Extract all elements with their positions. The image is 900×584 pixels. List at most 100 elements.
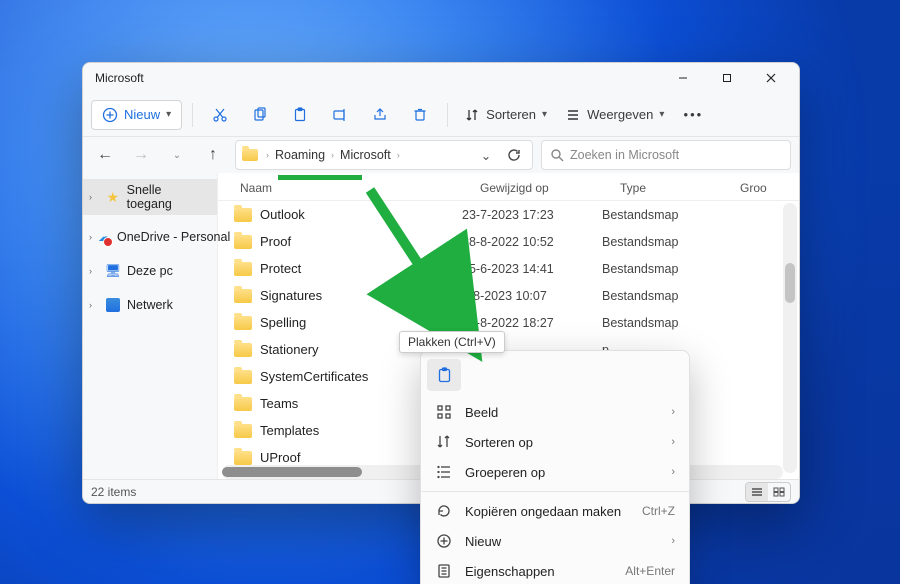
- table-row[interactable]: Outlook23-7-2023 17:23Bestandsmap: [218, 201, 799, 228]
- menu-item-label: Beeld: [465, 405, 659, 420]
- close-button[interactable]: [749, 63, 793, 93]
- file-type: Bestandsmap: [602, 208, 722, 222]
- menu-item[interactable]: Beeld ›: [421, 397, 689, 427]
- file-type: Bestandsmap: [602, 316, 722, 330]
- toolbar: Nieuw ▾ Sorteren ▾: [83, 93, 799, 137]
- file-name: Stationery: [260, 342, 319, 357]
- column-type[interactable]: Type: [620, 181, 740, 195]
- menu-separator: [421, 491, 689, 492]
- sidebar-item-quick-access[interactable]: › ★ Snelle toegang: [83, 179, 217, 215]
- chevron-right-icon: ›: [671, 535, 675, 547]
- cut-button[interactable]: [203, 100, 237, 130]
- chevron-right-icon: ›: [671, 436, 675, 448]
- file-name: Templates: [260, 423, 319, 438]
- menu-item-icon: [435, 533, 453, 549]
- share-icon: [372, 107, 388, 123]
- cut-icon: [212, 107, 228, 123]
- menu-item-icon: [435, 563, 453, 579]
- folder-icon: [234, 343, 252, 357]
- nav-row: ← → ⌄ ↑ › Roaming › Microsoft › ⌄: [83, 137, 799, 173]
- file-name: Spelling: [260, 315, 306, 330]
- chevron-down-icon: ▾: [542, 109, 547, 120]
- table-row[interactable]: Signatures3-8-2023 10:07Bestandsmap: [218, 282, 799, 309]
- view-button[interactable]: Weergeven ▾: [559, 100, 670, 130]
- context-paste-button[interactable]: [427, 359, 461, 391]
- breadcrumb-part[interactable]: Microsoft: [340, 148, 391, 162]
- chevron-right-icon: ›: [89, 266, 99, 276]
- more-icon: •••: [685, 107, 701, 123]
- forward-button[interactable]: →: [127, 141, 155, 169]
- chevron-right-icon: ›: [89, 300, 99, 310]
- file-name: Signatures: [260, 288, 322, 303]
- menu-item-label: Sorteren op: [465, 435, 659, 450]
- monitor-icon: 🖥: [105, 263, 121, 279]
- table-row[interactable]: Protect 25-6-2023 14:41Bestandsmap: [218, 255, 799, 282]
- menu-item[interactable]: Kopiëren ongedaan maken Ctrl+Z: [421, 496, 689, 526]
- vertical-scrollbar[interactable]: [783, 203, 797, 473]
- sort-button[interactable]: Sorteren ▾: [458, 100, 553, 130]
- breadcrumb-part[interactable]: Roaming: [275, 148, 325, 162]
- paste-button[interactable]: [283, 100, 317, 130]
- table-row[interactable]: Proof28-8-2022 10:52Bestandsmap: [218, 228, 799, 255]
- sidebar-item-onedrive[interactable]: › ☁ OneDrive - Personal: [83, 225, 217, 249]
- sidebar-item-this-pc[interactable]: › 🖥 Deze pc: [83, 259, 217, 283]
- details-view-icon[interactable]: [746, 483, 768, 501]
- column-name[interactable]: Naam: [240, 181, 480, 195]
- rename-button[interactable]: [323, 100, 357, 130]
- address-bar[interactable]: › Roaming › Microsoft › ⌄: [235, 140, 533, 170]
- more-button[interactable]: •••: [676, 100, 710, 130]
- menu-item[interactable]: Eigenschappen Alt+Enter: [421, 556, 689, 584]
- share-button[interactable]: [363, 100, 397, 130]
- sidebar-item-label: Snelle toegang: [127, 183, 209, 211]
- context-menu: Beeld›Sorteren op›Groeperen op›Kopiëren …: [420, 350, 690, 584]
- thumbnails-view-icon[interactable]: [768, 483, 790, 501]
- chevron-right-icon: ›: [671, 466, 675, 478]
- file-type: Bestandsmap: [602, 262, 722, 276]
- menu-item[interactable]: Sorteren op ›: [421, 427, 689, 457]
- chevron-down-icon: ▾: [166, 109, 171, 120]
- plus-circle-icon: [102, 107, 118, 123]
- recent-button[interactable]: ⌄: [163, 141, 191, 169]
- new-button[interactable]: Nieuw ▾: [91, 100, 182, 130]
- menu-item-shortcut: Alt+Enter: [625, 564, 675, 578]
- table-row[interactable]: Spelling27-8-2022 18:27Bestandsmap: [218, 309, 799, 336]
- menu-item-label: Kopiëren ongedaan maken: [465, 504, 630, 519]
- folder-icon: [234, 424, 252, 438]
- window-title: Microsoft: [95, 71, 661, 85]
- back-button[interactable]: ←: [91, 141, 119, 169]
- menu-item[interactable]: Groeperen op›: [421, 457, 689, 487]
- history-chevron-icon[interactable]: ⌄: [474, 143, 498, 167]
- delete-button[interactable]: [403, 100, 437, 130]
- chevron-down-icon: ▾: [659, 109, 664, 120]
- refresh-button[interactable]: [502, 143, 526, 167]
- column-size[interactable]: Groo: [740, 181, 799, 195]
- copy-button[interactable]: [243, 100, 277, 130]
- file-name: UProof: [260, 450, 300, 465]
- menu-item-icon: [435, 404, 453, 420]
- up-button[interactable]: ↑: [199, 141, 227, 169]
- rename-icon: [332, 107, 348, 123]
- menu-item[interactable]: Nieuw›: [421, 526, 689, 556]
- menu-item-label: Eigenschappen: [465, 564, 613, 579]
- view-toggle[interactable]: [745, 482, 791, 502]
- list-icon: [565, 107, 581, 123]
- folder-icon: [234, 208, 252, 222]
- search-box[interactable]: [541, 140, 791, 170]
- folder-icon: [234, 451, 252, 465]
- search-input[interactable]: [570, 148, 782, 162]
- folder-icon: [242, 149, 258, 161]
- sidebar-item-network[interactable]: › Netwerk: [83, 293, 217, 317]
- file-date: 3-8-2023 10:07: [462, 289, 602, 303]
- menu-item-shortcut: Ctrl+Z: [642, 504, 675, 518]
- minimize-button[interactable]: [661, 63, 705, 93]
- file-name: Outlook: [260, 207, 305, 222]
- chevron-right-icon: ›: [397, 150, 400, 160]
- maximize-button[interactable]: [705, 63, 749, 93]
- file-date: 25-6-2023 14:41: [462, 262, 602, 276]
- column-modified[interactable]: Gewijzigd op: [480, 181, 620, 195]
- menu-item-icon: [435, 464, 453, 480]
- chevron-right-icon: ›: [671, 406, 675, 418]
- annotation-underline: [278, 175, 362, 180]
- file-name: Protect: [260, 261, 301, 276]
- folder-icon: [234, 235, 252, 249]
